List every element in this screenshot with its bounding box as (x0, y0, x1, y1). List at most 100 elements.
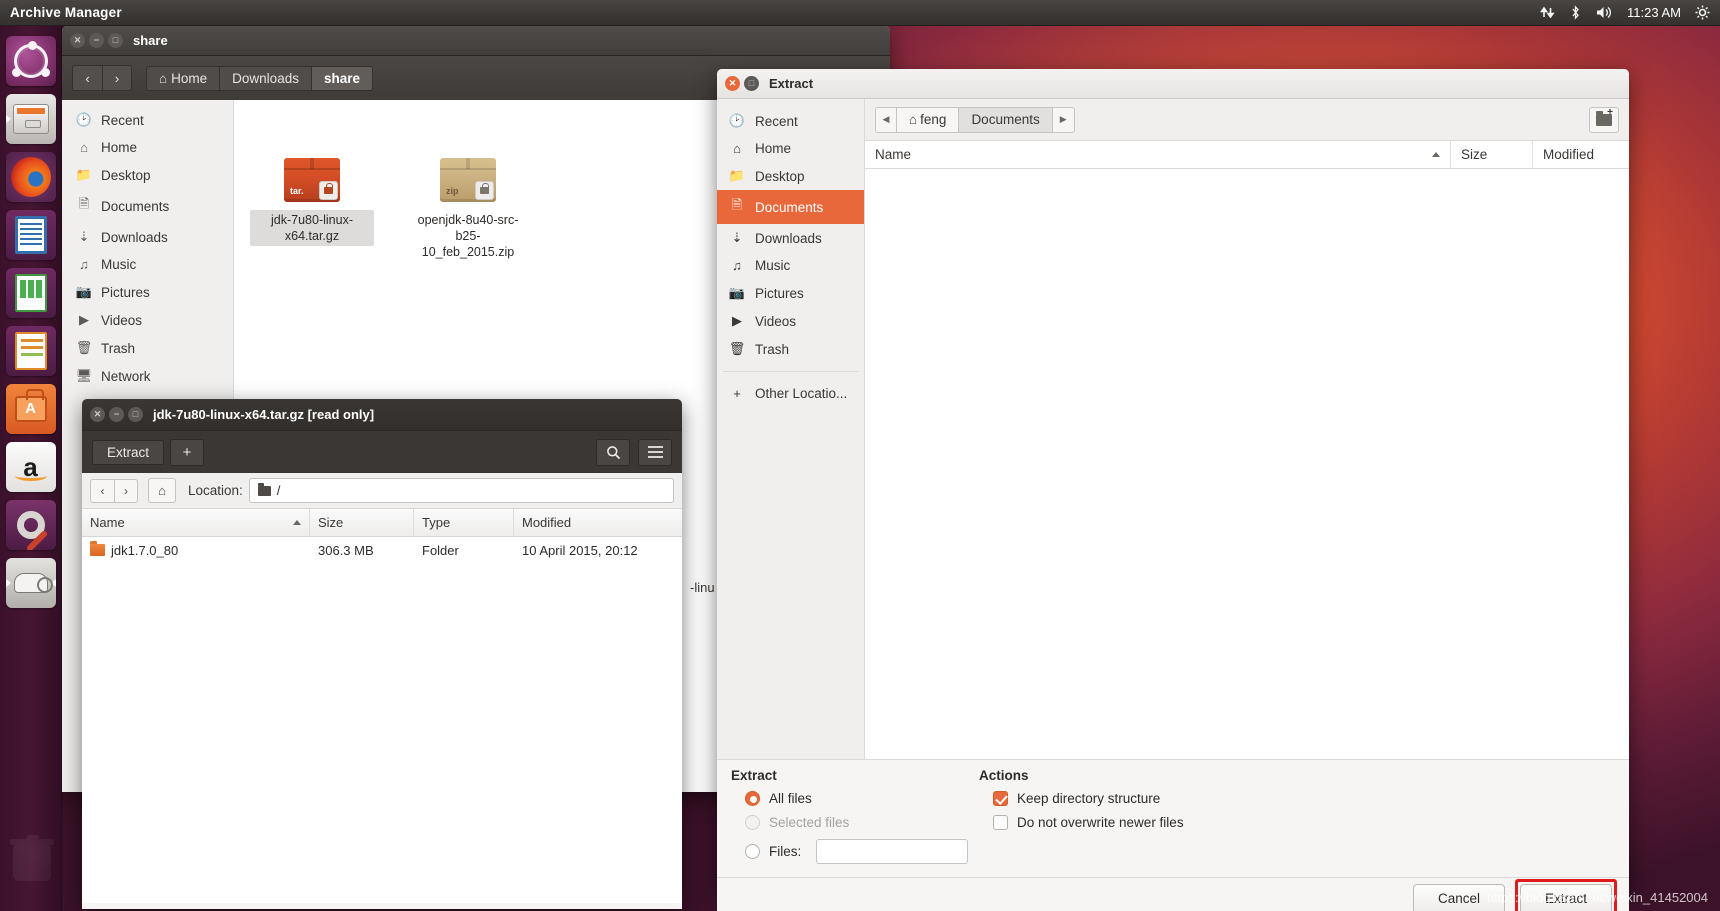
file-list-column-headers: Name Size Modified (865, 141, 1629, 169)
places-item-recent[interactable]: 🕑 Recent (717, 107, 864, 135)
panel-app-title[interactable]: Archive Manager (10, 5, 122, 20)
file-format-label: zip (446, 186, 459, 196)
path-bar: ◀ ⌂ feng Documents ▶ (865, 99, 1629, 141)
launcher-item-ubuntu-dash[interactable] (5, 36, 56, 86)
back-button[interactable]: ‹ (72, 65, 102, 91)
launcher-item-amazon[interactable]: a (5, 442, 56, 492)
sidebar-item-home[interactable]: ⌂ Home (62, 134, 233, 161)
sidebar-item-recent[interactable]: 🕑 Recent (62, 106, 233, 134)
file-manager-titlebar[interactable]: ✕ − □ share (62, 26, 890, 56)
column-header-modified[interactable]: Modified (514, 509, 682, 536)
maximize-icon[interactable]: □ (108, 33, 123, 48)
radio-files[interactable]: Files: (731, 839, 969, 864)
sidebar-item-network[interactable]: 🖥 Network (62, 362, 233, 390)
launcher-item-libreoffice-impress[interactable] (5, 326, 56, 376)
launcher-item-libreoffice-calc[interactable] (5, 268, 56, 318)
sidebar-item-videos[interactable]: ▶ Videos (62, 306, 233, 334)
sidebar-item-pictures[interactable]: 📷 Pictures (62, 278, 233, 306)
close-icon[interactable]: ✕ (90, 407, 105, 422)
sidebar-item-downloads[interactable]: ⇣ Downloads (62, 223, 233, 251)
video-icon: ▶ (732, 313, 742, 328)
volume-icon[interactable] (1596, 5, 1613, 20)
folder-icon (90, 541, 105, 556)
path-crumb-feng[interactable]: ⌂ feng (897, 106, 960, 133)
maximize-icon[interactable]: □ (744, 76, 759, 91)
obscured-text: -linu (690, 580, 715, 595)
launcher-item-libreoffice-writer[interactable] (5, 210, 56, 260)
archive-manager-window: ✕ − □ jdk-7u80-linux-x64.tar.gz [read on… (82, 399, 682, 909)
places-item-videos[interactable]: ▶ Videos (717, 307, 864, 335)
close-icon[interactable]: ✕ (70, 33, 85, 48)
places-item-pictures[interactable]: 📷 Pictures (717, 279, 864, 307)
desktop-icon: 📁 (728, 168, 746, 183)
column-header-size[interactable]: Size (310, 509, 414, 536)
extract-titlebar[interactable]: ✕ □ Extract (717, 69, 1629, 99)
places-item-label: Desktop (755, 168, 805, 184)
places-item-home[interactable]: ⌂ Home (717, 135, 864, 162)
places-item-other-locations[interactable]: + Other Locatio... (717, 380, 864, 407)
bluetooth-icon[interactable] (1569, 5, 1582, 20)
gear-icon[interactable] (1695, 5, 1710, 20)
top-panel: Archive Manager 11:23 AM (0, 0, 1720, 26)
forward-button[interactable]: › (102, 65, 132, 91)
minimize-icon[interactable]: − (89, 33, 104, 48)
breadcrumb-item-home[interactable]: ⌂ Home (146, 65, 220, 91)
archive-location-bar: ‹ › ⌂ Location: / (82, 473, 682, 509)
breadcrumb-item-share[interactable]: share (310, 65, 373, 91)
launcher-item-ubuntu-software[interactable] (5, 384, 56, 434)
sidebar-item-music[interactable]: ♫ Music (62, 251, 233, 278)
table-row[interactable]: jdk1.7.0_80 306.3 MB Folder 10 April 201… (82, 537, 682, 563)
breadcrumb-item-downloads[interactable]: Downloads (219, 65, 311, 91)
places-item-music[interactable]: ♫ Music (717, 252, 864, 279)
column-header-type[interactable]: Type (414, 509, 514, 536)
archive-forward-button[interactable]: › (114, 478, 138, 503)
clock[interactable]: 11:23 AM (1627, 5, 1681, 20)
archive-path-input[interactable]: / (248, 478, 674, 503)
search-icon[interactable] (596, 438, 630, 466)
sidebar-item-desktop[interactable]: 📁 Desktop (62, 161, 233, 189)
places-item-downloads[interactable]: ⇣ Downloads (717, 224, 864, 252)
checkbox-do-not-overwrite[interactable]: Do not overwrite newer files (979, 815, 1184, 830)
breadcrumb-label: Home (171, 70, 208, 86)
places-item-label: Recent (755, 113, 798, 129)
minimize-icon[interactable]: − (109, 407, 124, 422)
plus-icon: + (733, 386, 741, 401)
file-item-tar[interactable]: tar. jdk-7u80-linux-x64.tar.gz (250, 158, 374, 246)
places-item-label: Downloads (755, 230, 822, 246)
sidebar-item-trash[interactable]: 🗑 Trash (62, 334, 233, 362)
sort-ascending-icon (293, 520, 301, 525)
add-files-button[interactable]: + (170, 438, 205, 466)
column-header-modified[interactable]: Modified (1533, 141, 1629, 168)
places-item-trash[interactable]: 🗑 Trash (717, 335, 864, 363)
archive-home-button[interactable]: ⌂ (148, 478, 176, 503)
archive-back-button[interactable]: ‹ (90, 478, 114, 503)
places-item-desktop[interactable]: 📁 Desktop (717, 162, 864, 190)
launcher-item-firefox[interactable] (5, 152, 56, 202)
launcher-item-archive-manager[interactable] (5, 558, 56, 608)
checkbox-keep-directory-structure[interactable]: Keep directory structure (979, 791, 1184, 806)
column-header-name[interactable]: Name (865, 141, 1451, 168)
file-item-zip[interactable]: zip openjdk-8u40-src-b25-10_feb_2015.zip (406, 158, 530, 262)
column-header-name[interactable]: Name (82, 509, 310, 536)
radio-all-files[interactable]: All files (731, 791, 951, 806)
hamburger-icon[interactable] (638, 438, 672, 466)
column-header-size[interactable]: Size (1451, 141, 1533, 168)
launcher-item-system-settings[interactable] (5, 500, 56, 550)
places-item-documents[interactable]: 🗎 Documents (717, 190, 864, 224)
maximize-icon[interactable]: □ (128, 407, 143, 422)
file-list-empty[interactable] (865, 169, 1629, 759)
checkbox-icon (993, 791, 1008, 806)
files-pattern-input[interactable] (816, 839, 969, 864)
path-scroll-right-icon[interactable]: ▶ (1052, 106, 1075, 133)
sidebar-item-documents[interactable]: 🗎 Documents (62, 189, 233, 223)
launcher-item-files[interactable] (5, 94, 56, 144)
extract-toolbar-button[interactable]: Extract (92, 439, 165, 465)
home-icon: ⌂ (733, 141, 741, 156)
path-crumb-documents[interactable]: Documents (959, 106, 1053, 133)
folder-icon (257, 482, 271, 496)
network-updown-icon[interactable] (1540, 5, 1555, 20)
close-icon[interactable]: ✕ (725, 76, 740, 91)
path-scroll-left-icon[interactable]: ◀ (875, 106, 897, 133)
create-folder-button[interactable] (1589, 106, 1619, 133)
archive-titlebar[interactable]: ✕ − □ jdk-7u80-linux-x64.tar.gz [read on… (82, 399, 682, 431)
